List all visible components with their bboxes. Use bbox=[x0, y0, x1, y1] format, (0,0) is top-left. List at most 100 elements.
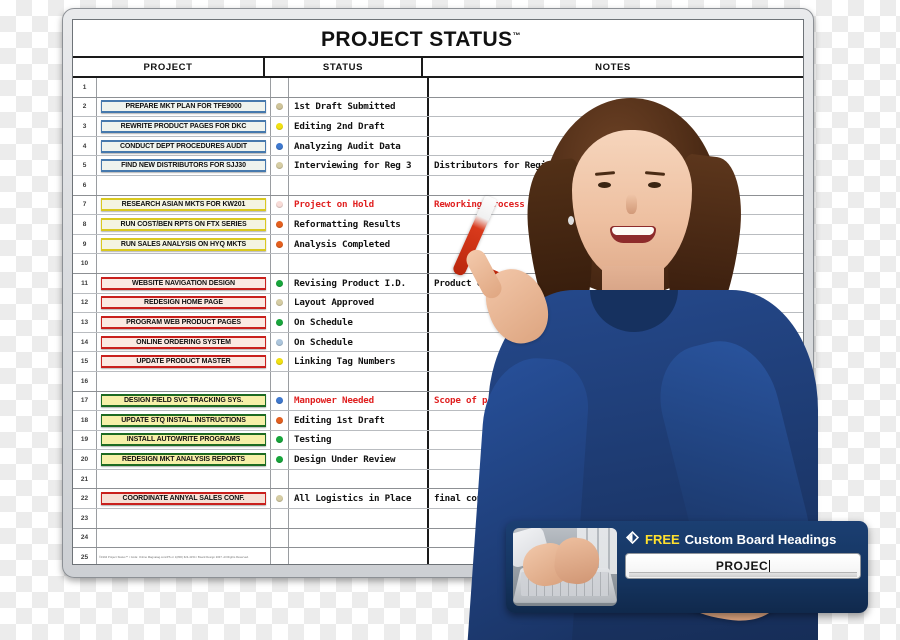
status-dot-magnet[interactable] bbox=[276, 201, 283, 209]
notes-cell bbox=[429, 313, 803, 332]
notes-cell bbox=[429, 235, 803, 254]
project-magnet-label[interactable]: REWRITE PRODUCT PAGES FOR DKC bbox=[101, 119, 266, 133]
status-dot-magnet[interactable] bbox=[276, 358, 283, 366]
status-dot-magnet[interactable] bbox=[276, 397, 283, 405]
promo-content: FREE Custom Board Headings PROJEC bbox=[625, 528, 861, 606]
status-dot-magnet[interactable] bbox=[276, 122, 283, 130]
status-dot-magnet[interactable] bbox=[276, 318, 283, 326]
table-row: 5 FIND NEW DISTRIBUTORS FOR SJJ30 Intervie… bbox=[73, 156, 803, 176]
project-magnet-label[interactable]: UPDATE STQ INSTAL. INSTRUCTIONS bbox=[101, 413, 266, 427]
row-number: 8 bbox=[73, 215, 97, 234]
project-cell: REDESIGN HOME PAGE bbox=[97, 293, 271, 313]
status-cell: On Schedule bbox=[289, 313, 429, 332]
status-cell bbox=[289, 469, 429, 489]
board-rows: 1 2 PREPARE MKT PLAN FOR TFE9000 1st Draft … bbox=[73, 78, 803, 564]
project-cell: FIND NEW DISTRIBUTORS FOR SJJ30 bbox=[97, 156, 271, 175]
row-number: 17 bbox=[73, 391, 97, 411]
row-number: 15 bbox=[73, 352, 97, 371]
table-row: 9 RUN SALES ANALYSIS ON HYQ MKTS Analysis … bbox=[73, 234, 803, 255]
status-cell: Design Under Review bbox=[289, 450, 429, 469]
status-dot-magnet[interactable] bbox=[276, 220, 283, 228]
project-cell bbox=[97, 371, 271, 391]
status-dot-cell bbox=[271, 195, 289, 215]
project-magnet-label[interactable]: ONLINE ORDERING SYSTEM bbox=[101, 335, 266, 349]
row-number: 18 bbox=[73, 411, 97, 430]
copyright-fineprint: ©1994 Project Status™ / Code: Online Mag… bbox=[99, 556, 249, 559]
table-row: 16 bbox=[73, 371, 803, 392]
status-dot-cell bbox=[271, 371, 289, 391]
project-magnet-label[interactable]: PROGRAM WEB PRODUCT PAGES bbox=[101, 315, 266, 329]
notes-cell bbox=[429, 137, 803, 156]
input-bevel bbox=[629, 572, 857, 577]
project-magnet-label[interactable]: REDESIGN HOME PAGE bbox=[101, 296, 266, 310]
row-number: 10 bbox=[73, 254, 97, 273]
notes-cell bbox=[429, 431, 803, 450]
notes-cell: final conference notices h bbox=[434, 493, 573, 505]
notes-cell: Scope of proj. has & requi bbox=[434, 395, 573, 407]
row-number: 2 bbox=[73, 97, 97, 117]
project-magnet-label[interactable]: COORDINATE ANNYAL SALES CONF. bbox=[101, 492, 266, 506]
project-cell: PROGRAM WEB PRODUCT PAGES bbox=[97, 313, 271, 332]
status-dot-cell bbox=[271, 352, 289, 371]
row-number: 5 bbox=[73, 156, 97, 175]
status-dot-magnet[interactable] bbox=[276, 299, 283, 307]
status-dot-magnet[interactable] bbox=[276, 240, 283, 248]
project-magnet-label[interactable]: RESEARCH ASIAN MKTS FOR KW201 bbox=[101, 198, 266, 212]
status-dot-magnet[interactable] bbox=[276, 495, 283, 503]
row-number: 20 bbox=[73, 450, 97, 469]
status-dot-magnet[interactable] bbox=[276, 436, 283, 444]
promo-headline-text: Custom Board Headings bbox=[684, 531, 837, 547]
status-dot-magnet[interactable] bbox=[276, 142, 283, 150]
project-magnet-label[interactable]: RUN SALES ANALYSIS ON HYQ MKTS bbox=[101, 237, 266, 251]
project-magnet-label[interactable]: RUN COST/BEN RPTS ON FTX SERIES bbox=[101, 217, 266, 231]
project-magnet-label[interactable]: PREPARE MKT PLAN FOR TFE9000 bbox=[101, 100, 266, 114]
table-row: 20 REDESIGN MKT ANALYSIS REPORTS Design Un… bbox=[73, 450, 803, 470]
project-magnet-label[interactable]: FIND NEW DISTRIBUTORS FOR SJJ30 bbox=[101, 159, 266, 173]
status-dot-magnet[interactable] bbox=[276, 456, 283, 464]
notes-cell bbox=[429, 450, 803, 469]
status-dot-magnet[interactable] bbox=[276, 162, 283, 170]
row-number: 12 bbox=[73, 293, 97, 313]
status-cell: Analysis Completed bbox=[289, 234, 429, 254]
table-row: 3 REWRITE PRODUCT PAGES FOR DKC Editing 2n… bbox=[73, 117, 803, 137]
project-cell bbox=[97, 528, 271, 548]
page-title: PROJECT STATUS™ bbox=[321, 28, 521, 52]
row-number: 9 bbox=[73, 234, 97, 254]
trademark-mark: ™ bbox=[512, 31, 521, 40]
status-dot-magnet[interactable] bbox=[276, 338, 283, 346]
project-cell bbox=[97, 469, 271, 489]
status-cell: On Schedule bbox=[289, 332, 429, 352]
status-dot-magnet[interactable] bbox=[276, 279, 283, 287]
status-dot-magnet[interactable] bbox=[276, 103, 283, 111]
notes-cell bbox=[429, 78, 803, 97]
notes-cell bbox=[429, 254, 803, 273]
status-dot-magnet[interactable] bbox=[276, 416, 283, 424]
status-dot-cell bbox=[271, 469, 289, 489]
project-magnet-label[interactable]: DESIGN FIELD SVC TRACKING SYS. bbox=[101, 394, 266, 408]
keyboard-photo bbox=[513, 528, 617, 606]
status-cell: Editing 1st Draft bbox=[289, 411, 429, 430]
board-heading-input[interactable]: PROJEC bbox=[625, 553, 861, 579]
project-magnet-label[interactable]: WEBSITE NAVIGATION DESIGN bbox=[101, 276, 266, 290]
notes-cell bbox=[429, 352, 803, 371]
project-magnet-label[interactable]: UPDATE PRODUCT MASTER bbox=[101, 355, 266, 369]
status-dot-cell bbox=[271, 136, 289, 156]
project-cell bbox=[97, 254, 271, 273]
table-row: 22 COORDINATE ANNYAL SALES CONF. All Logis… bbox=[73, 489, 803, 510]
project-magnet-label[interactable]: INSTALL AUTOWRITE PROGRAMS bbox=[101, 433, 266, 447]
notes-cell bbox=[429, 117, 803, 136]
row-number: 25 bbox=[73, 548, 97, 564]
status-cell bbox=[289, 254, 429, 273]
table-row: 14 ONLINE ORDERING SYSTEM On Schedule bbox=[73, 332, 803, 353]
row-number: 24 bbox=[73, 528, 97, 548]
status-dot-cell bbox=[271, 78, 289, 97]
project-magnet-label[interactable]: CONDUCT DEPT PROCEDURES AUDIT bbox=[101, 139, 266, 153]
promo-banner: FREE Custom Board Headings PROJEC bbox=[506, 521, 868, 613]
table-row: 7 RESEARCH ASIAN MKTS FOR KW201 Project on… bbox=[73, 195, 803, 216]
status-dot-cell bbox=[271, 175, 289, 195]
project-magnet-label[interactable]: REDESIGN MKT ANALYSIS REPORTS bbox=[101, 453, 266, 467]
promo-free-label: FREE bbox=[645, 531, 680, 547]
status-dot-cell bbox=[271, 293, 289, 313]
table-row: 4 CONDUCT DEPT PROCEDURES AUDIT Analyzing … bbox=[73, 136, 803, 157]
row-number: 22 bbox=[73, 489, 97, 509]
